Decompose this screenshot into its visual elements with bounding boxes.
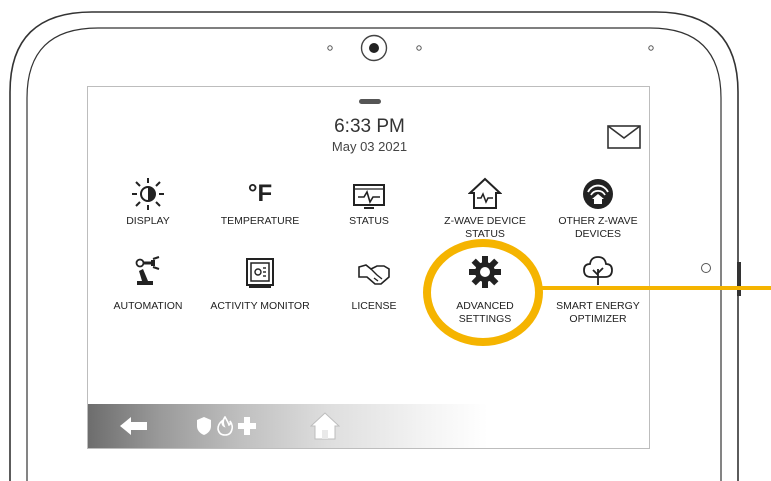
tile-label: Z-WAVE DEVICE [444,215,526,227]
home-icon[interactable] [310,412,340,440]
tile-temperature[interactable]: °F TEMPERATURE [200,177,320,247]
tile-zwave-device-status[interactable]: Z-WAVE DEVICE STATUS [425,177,545,247]
activity-monitor-icon [246,258,274,288]
tile-label-line2: OPTIMIZER [569,313,627,325]
tile-automation[interactable]: AUTOMATION [88,253,208,313]
tile-label: TEMPERATURE [220,215,300,227]
medical-cross-icon[interactable] [238,417,256,435]
tile-activity-monitor[interactable]: ACTIVITY MONITOR [200,253,320,313]
shield-icon[interactable] [196,416,212,436]
zwave-house-icon [468,177,502,209]
tile-status[interactable]: STATUS [309,177,429,247]
display-brightness-icon [132,178,164,210]
tile-label: DISPLAY [126,215,170,227]
tile-label: SMART ENERGY [556,300,640,312]
tree-icon [583,256,613,285]
tile-label: LICENSE [351,300,397,312]
screen: 6:33 PM May 03 2021 DISPLAY °F TEMPERATU… [87,86,650,449]
fire-icon[interactable] [217,416,233,436]
clock-date: May 03 2021 [331,139,408,154]
highlight-callout-line [540,286,771,290]
bottom-nav-bar [88,404,488,448]
tile-label: AUTOMATION [113,300,183,312]
tile-label: STATUS [349,215,389,227]
temperature-icon: °F [247,180,273,207]
handshake-icon [358,264,390,285]
tile-label: ACTIVITY MONITOR [210,300,310,312]
tile-other-zwave-devices[interactable]: OTHER Z-WAVE DEVICES [538,177,658,247]
zwave-devices-icon [583,179,613,209]
tile-display[interactable]: DISPLAY [88,177,208,247]
tile-label: OTHER Z-WAVE [558,215,638,227]
camera-icon [360,34,388,62]
pull-down-handle[interactable] [359,99,381,104]
highlight-callout-ring [423,239,543,346]
robot-arm-icon [135,256,160,285]
clock-time: 6:33 PM [334,116,405,137]
tile-label-line2: DEVICES [574,228,622,240]
back-arrow-icon[interactable] [120,416,148,436]
status-monitor-icon [353,184,385,209]
tile-license[interactable]: LICENSE [314,253,434,313]
mail-icon[interactable] [607,125,641,149]
